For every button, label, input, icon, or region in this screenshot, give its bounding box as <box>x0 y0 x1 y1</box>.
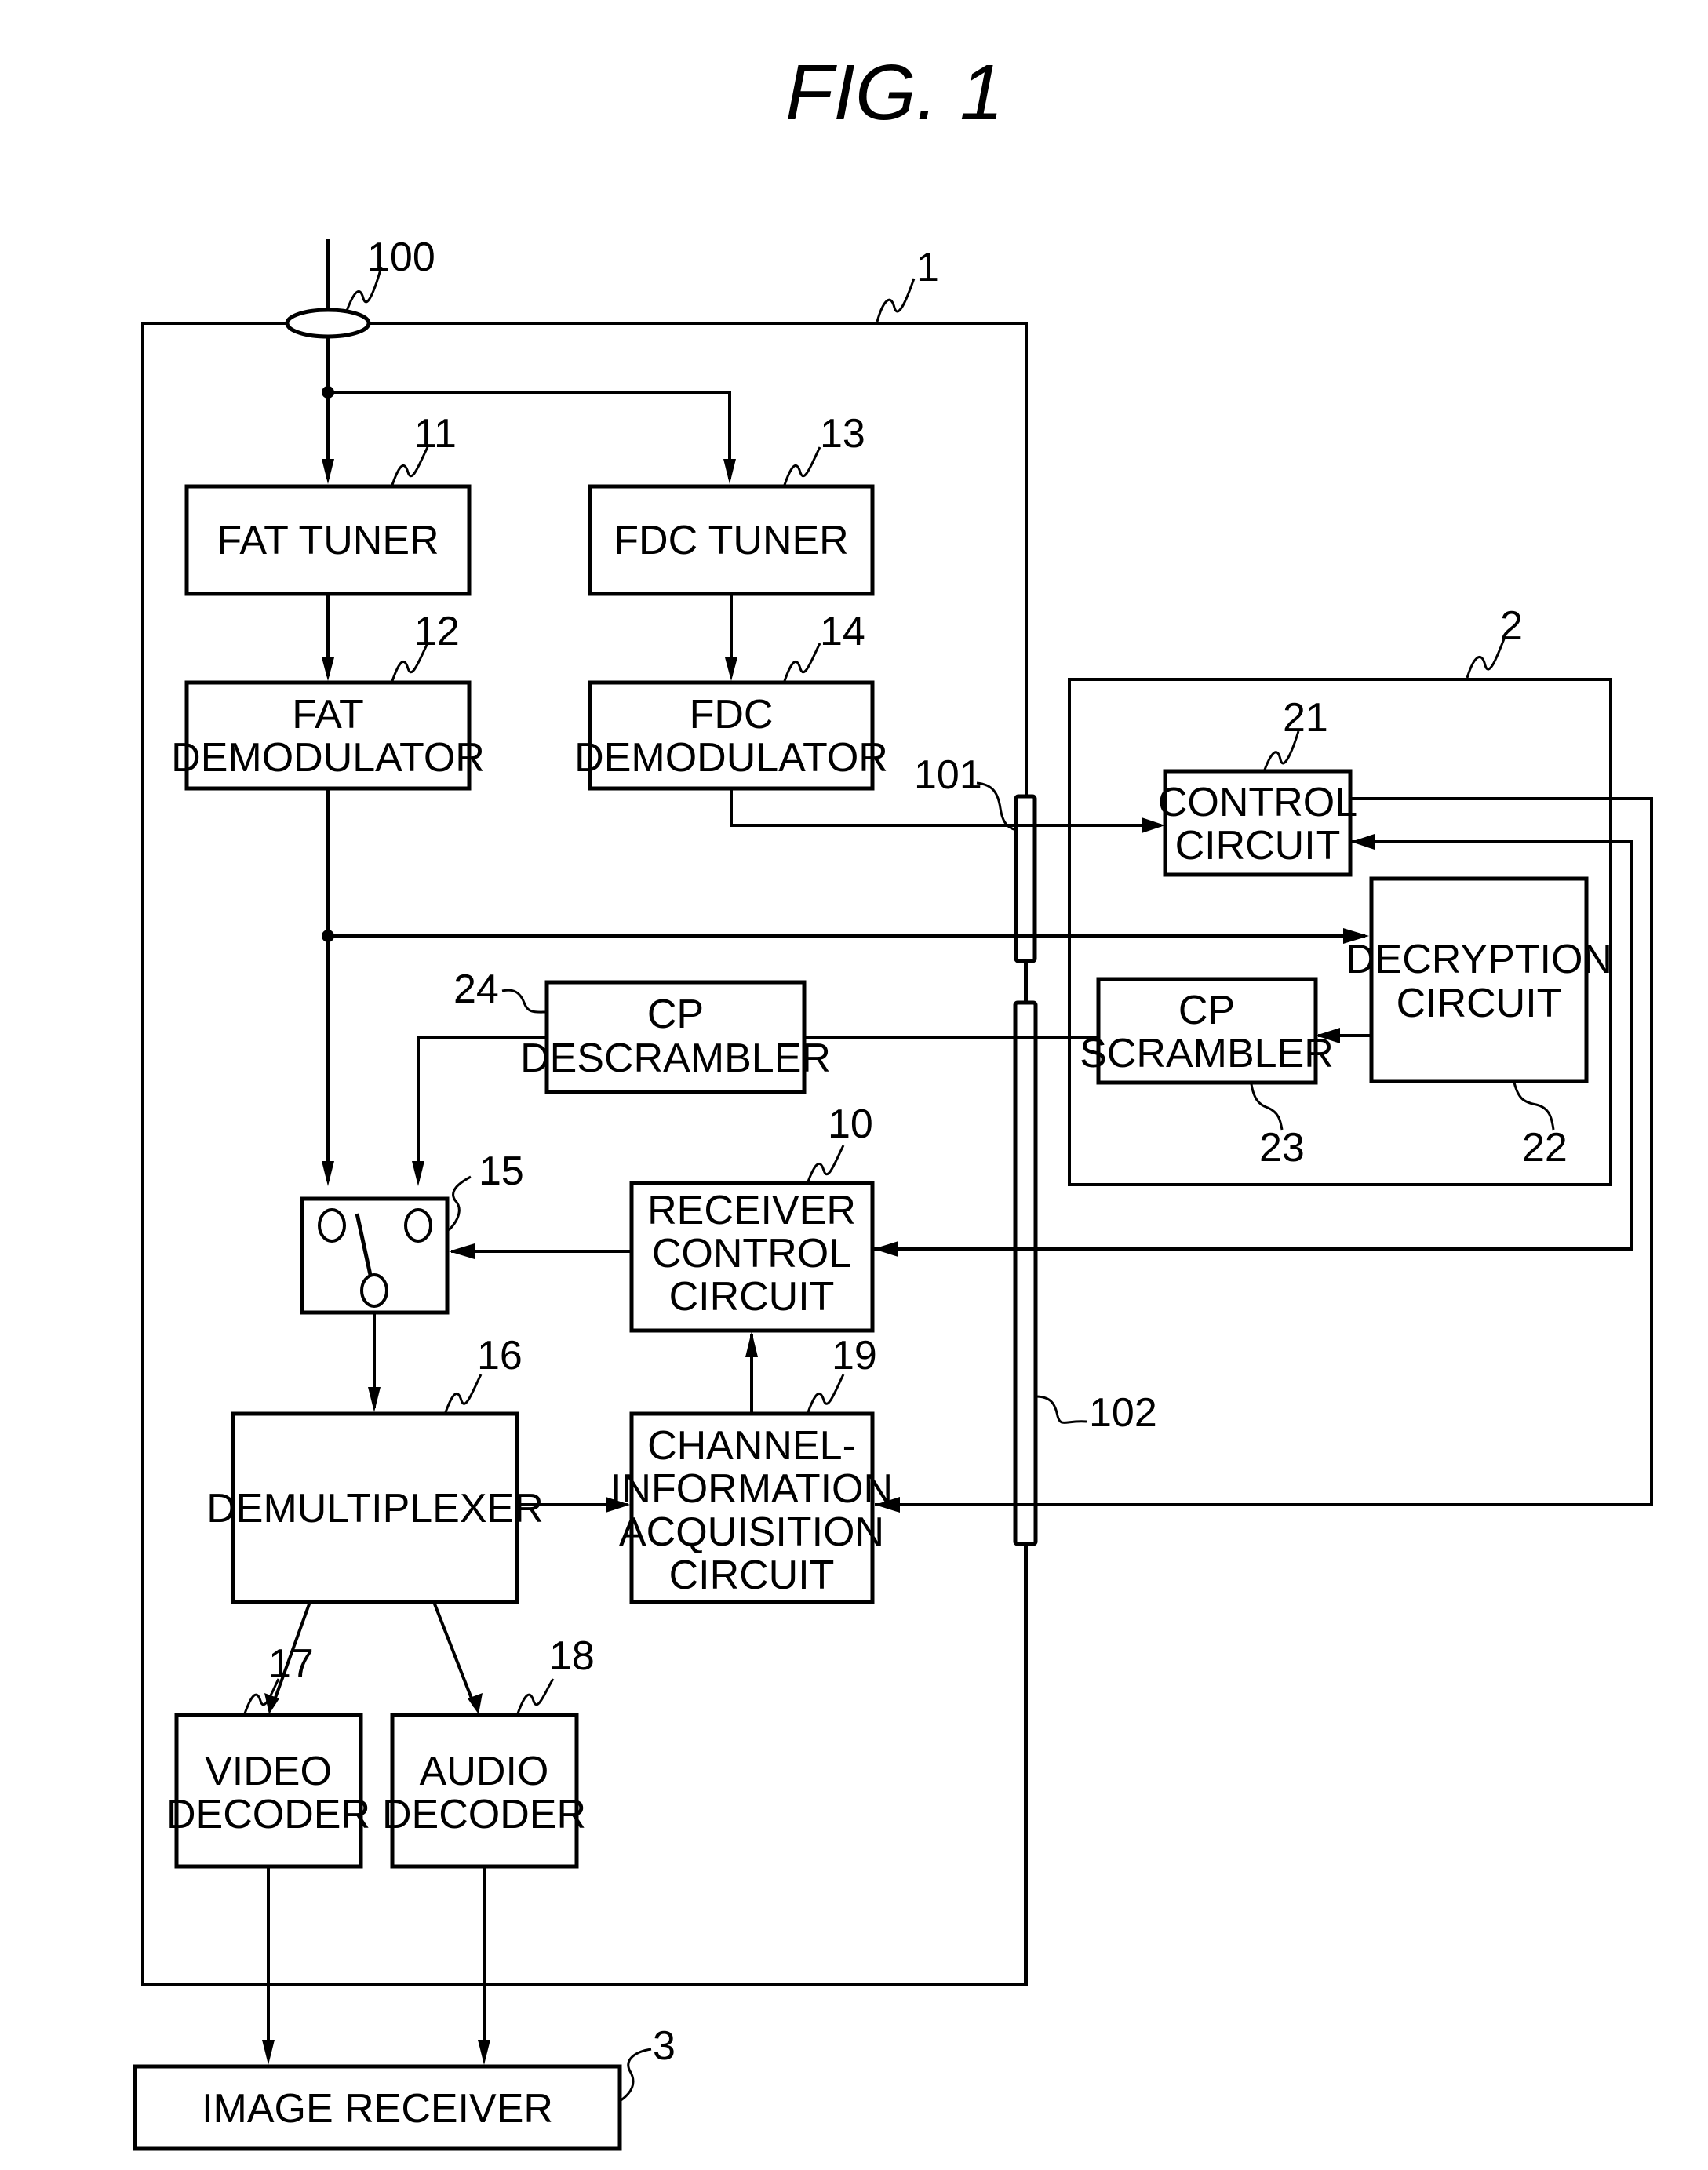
bus-102-ref: 102 <box>1089 1390 1157 1436</box>
fat-tuner-label: FAT TUNER <box>217 518 439 563</box>
switch-common <box>360 1273 388 1308</box>
channel-info-ref-leader <box>807 1374 845 1413</box>
demultiplexer-label: DEMULTIPLEXER <box>206 1486 544 1531</box>
bus-101-ref-leader <box>976 781 1017 832</box>
bus-101-ref: 101 <box>914 752 982 798</box>
arrow-head <box>322 1161 334 1186</box>
demultiplexer-ref-leader <box>444 1374 483 1413</box>
fdc-tuner-label: FDC TUNER <box>614 518 848 563</box>
terminal-ref: 100 <box>367 235 435 280</box>
audio-decoder-label-2: DECODER <box>382 1792 586 1837</box>
arrow-head <box>745 1331 758 1357</box>
fdc-demod-label-1: FDC <box>690 692 774 737</box>
cp-scrambler-ref-leader <box>1250 1083 1284 1131</box>
wire <box>432 1601 476 1707</box>
image-receiver-ref: 3 <box>653 2023 676 2069</box>
arrow-head <box>725 657 737 681</box>
arrow-head <box>478 2040 490 2065</box>
block-diagram: FIG. 1 1 2 100 FAT TUNER 11 FDC TUNER 13… <box>133 49 1653 2151</box>
input-terminal <box>285 308 371 339</box>
control-circuit-label-1: CONTROL <box>1158 780 1357 825</box>
audio-decoder-ref: 18 <box>549 1633 595 1679</box>
channel-info-label-1: CHANNEL- <box>647 1423 856 1469</box>
fdc-demod-ref: 14 <box>820 609 865 654</box>
image-receiver-label: IMAGE RECEIVER <box>202 2086 553 2132</box>
receiver-control-ref: 10 <box>828 1101 873 1147</box>
receiver-control-label-2: CONTROL <box>652 1231 851 1276</box>
arrow-head <box>1351 834 1375 850</box>
figure-title: FIG. 1 <box>785 49 1003 137</box>
arrow-head <box>449 1243 475 1259</box>
fdc-tuner-ref: 13 <box>820 411 865 457</box>
switch-ref-leader <box>447 1175 472 1232</box>
arrow-head <box>412 1161 424 1186</box>
fdc-demod-label-2: DEMODULATOR <box>574 735 888 781</box>
arrow-head <box>873 1241 898 1257</box>
arrow-head <box>322 657 334 681</box>
cp-scrambler-label-2: SCRAMBLER <box>1080 1031 1334 1076</box>
image-receiver-ref-leader <box>619 2048 652 2103</box>
control-circuit-label-2: CIRCUIT <box>1175 823 1341 868</box>
cp-descrambler-label-2: DESCRAMBLER <box>520 1036 831 1081</box>
cp-descrambler-label-1: CP <box>647 992 704 1037</box>
decryption-circuit-ref: 22 <box>1522 1125 1568 1171</box>
switch-ref: 15 <box>479 1149 524 1194</box>
arrow-head <box>322 459 334 484</box>
fat-tuner-ref: 11 <box>414 411 457 457</box>
audio-decoder-label-1: AUDIO <box>420 1749 549 1794</box>
decryption-circuit-ref-leader <box>1513 1082 1555 1131</box>
arrow-head <box>262 2040 275 2065</box>
arrow-head <box>723 459 736 484</box>
bus-102 <box>1013 1000 1038 1546</box>
cp-descrambler-ref: 24 <box>453 967 499 1012</box>
channel-info-ref: 19 <box>832 1333 877 1378</box>
channel-info-label-2: INFORMATION <box>610 1466 893 1512</box>
cp-scrambler-ref: 23 <box>1259 1125 1305 1171</box>
channel-info-label-3: ACQUISITION <box>619 1509 884 1555</box>
bus-102-ref-leader <box>1035 1395 1087 1424</box>
control-circuit-ref: 21 <box>1283 695 1328 741</box>
receiver-ref: 1 <box>916 245 939 290</box>
receiver-control-ref-leader <box>807 1145 845 1182</box>
decryption-circuit-label-2: CIRCUIT <box>1397 981 1562 1026</box>
fdc-tuner-ref-leader <box>783 446 821 486</box>
video-decoder-label-2: DECODER <box>166 1792 370 1837</box>
receiver-control-label-3: CIRCUIT <box>669 1274 835 1320</box>
arrow-head <box>368 1387 381 1412</box>
switch-contact-a <box>318 1208 346 1243</box>
fdc-demod-ref-leader <box>783 643 821 682</box>
receiver-ref-leader <box>876 278 916 322</box>
audio-decoder-ref-leader <box>516 1678 555 1714</box>
cp-scrambler-label-1: CP <box>1178 988 1235 1033</box>
cp-descrambler-ref-leader <box>501 989 548 1014</box>
fat-demod-label-1: FAT <box>292 692 363 737</box>
module-ref: 2 <box>1500 603 1523 649</box>
fat-demod-label-2: DEMODULATOR <box>171 735 485 781</box>
video-decoder-label-1: VIDEO <box>205 1749 332 1794</box>
decryption-circuit-label-1: DECRYPTION <box>1346 937 1612 982</box>
video-decoder-ref: 17 <box>268 1641 314 1687</box>
channel-info-label-4: CIRCUIT <box>669 1553 835 1598</box>
wire <box>328 391 731 479</box>
module-ref-leader <box>1466 636 1506 679</box>
demultiplexer-ref: 16 <box>477 1333 523 1378</box>
fat-demod-ref: 12 <box>414 609 460 654</box>
switch-contact-b <box>404 1208 432 1243</box>
receiver-control-label-1: RECEIVER <box>647 1188 856 1233</box>
